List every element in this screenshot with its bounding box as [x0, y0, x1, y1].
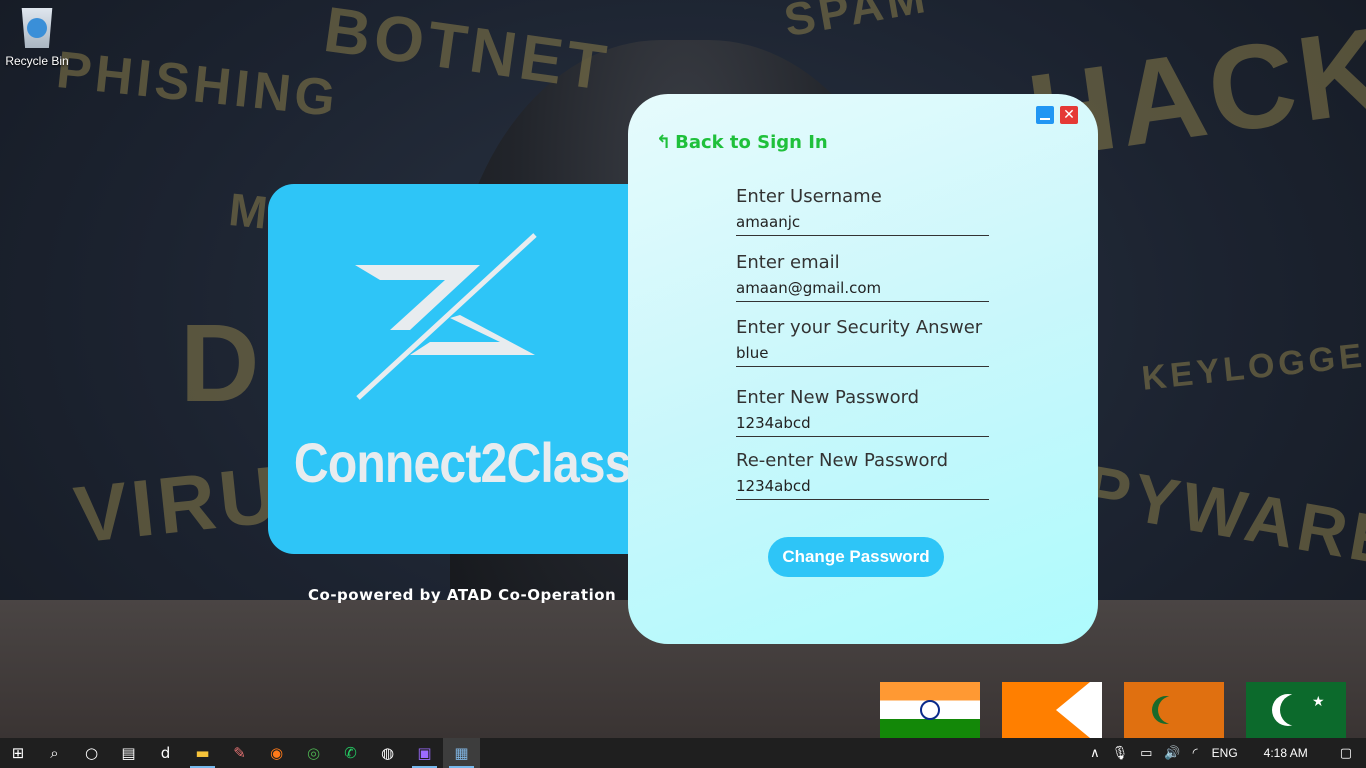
pakistan-flag[interactable]: ★ [1246, 682, 1346, 738]
desktop-icon-label: Recycle Bin [5, 54, 69, 68]
email-input[interactable]: amaan@gmail.com [736, 279, 989, 302]
firefox-icon[interactable]: ◉ [258, 738, 295, 768]
crescent-icon [1280, 694, 1312, 726]
reenter-password-field: Re-enter New Password 1234abcd [736, 450, 989, 500]
reenter-password-label: Re-enter New Password [736, 450, 949, 471]
notification-center-icon[interactable]: ▢ [1326, 746, 1366, 761]
wifi-icon[interactable]: ◜ [1187, 746, 1204, 761]
cortana-icon[interactable]: ○ [73, 738, 110, 768]
wall-word-keylogger: KEYLOGGER [1140, 333, 1366, 398]
task-view-icon[interactable]: ▤ [110, 738, 147, 768]
file-explorer-icon[interactable]: ▬ [184, 738, 221, 768]
taskbar: ⊞ ⌕ ○ ▤ d ▬ ✎ ◉ ◎ ✆ ◍ ▣ ▦ ∧ 🎙 ▭ 🔊 ◜ ENG … [0, 738, 1366, 768]
change-password-button[interactable]: Change Password [768, 537, 944, 577]
recycle-bin-icon [21, 8, 53, 48]
language-indicator[interactable]: ENG [1204, 746, 1246, 760]
brand-card: Connect2Class [268, 184, 668, 554]
wall-word-spam: SPAM [780, 0, 933, 47]
obs-icon[interactable]: ◍ [369, 738, 406, 768]
microphone-icon[interactable]: 🎙 [1106, 746, 1135, 761]
new-password-label: Enter New Password [736, 387, 920, 408]
connect2class-logo-icon [355, 233, 537, 400]
clock[interactable]: 4:18 AM [1246, 746, 1326, 760]
minimize-icon[interactable] [1036, 106, 1054, 124]
back-to-sign-in-link[interactable]: ↰ Back to Sign In [656, 132, 828, 153]
wall-word-spyware: PYWARE [1078, 450, 1366, 582]
reenter-password-input[interactable]: 1234abcd [736, 477, 989, 500]
system-tray: ∧ 🎙 ▭ 🔊 ◜ ENG 4:18 AM ▢ [1084, 738, 1366, 768]
media-app-icon[interactable]: ▣ [406, 738, 443, 768]
wall-word-m: M [226, 182, 274, 240]
orange-flag[interactable] [1002, 682, 1102, 738]
start-icon[interactable]: ⊞ [0, 738, 36, 768]
close-icon[interactable]: ✕ [1060, 106, 1078, 124]
wall-word-botnet: BOTNET [319, 0, 615, 105]
search-icon[interactable]: ⌕ [36, 738, 73, 768]
paint-icon[interactable]: ✎ [221, 738, 258, 768]
chakra-icon [920, 700, 940, 720]
email-field: Enter email amaan@gmail.com [736, 252, 989, 302]
show-hidden-icons-chevron-icon[interactable]: ∧ [1084, 746, 1106, 761]
battery-icon[interactable]: ▭ [1134, 746, 1158, 761]
new-password-input[interactable]: 1234abcd [736, 414, 989, 437]
username-input[interactable]: amaanjc [736, 213, 989, 236]
whatsapp-icon[interactable]: ✆ [332, 738, 369, 768]
security-answer-input[interactable]: blue [736, 344, 989, 367]
orange-crescent-flag[interactable] [1124, 682, 1224, 738]
java-app-icon[interactable]: ▦ [443, 738, 480, 768]
india-flag[interactable] [880, 682, 980, 738]
username-label: Enter Username [736, 186, 882, 207]
change-password-panel: ✕ ↰ Back to Sign In Enter Username amaanj… [628, 94, 1098, 644]
desktop-icon-recycle-bin[interactable]: Recycle Bin [4, 8, 70, 68]
wall-word-phishing: PHISHING [53, 40, 342, 129]
dashlane-icon[interactable]: d [147, 738, 184, 768]
chrome-icon[interactable]: ◎ [295, 738, 332, 768]
brand-name: Connect2Class [293, 431, 632, 494]
back-to-sign-in-label: Back to Sign In [675, 132, 828, 153]
crescent-icon [1158, 696, 1186, 724]
username-field: Enter Username amaanjc [736, 186, 989, 236]
volume-icon[interactable]: 🔊 [1158, 746, 1186, 761]
copowered-text: Co-powered by ATAD Co-Operation [308, 586, 617, 604]
back-arrow-icon: ↰ [656, 132, 672, 153]
new-password-field: Enter New Password 1234abcd [736, 387, 989, 437]
security-answer-field: Enter your Security Answer blue [736, 317, 989, 367]
security-answer-label: Enter your Security Answer [736, 317, 983, 338]
email-label: Enter email [736, 252, 840, 273]
star-icon: ★ [1312, 694, 1325, 710]
